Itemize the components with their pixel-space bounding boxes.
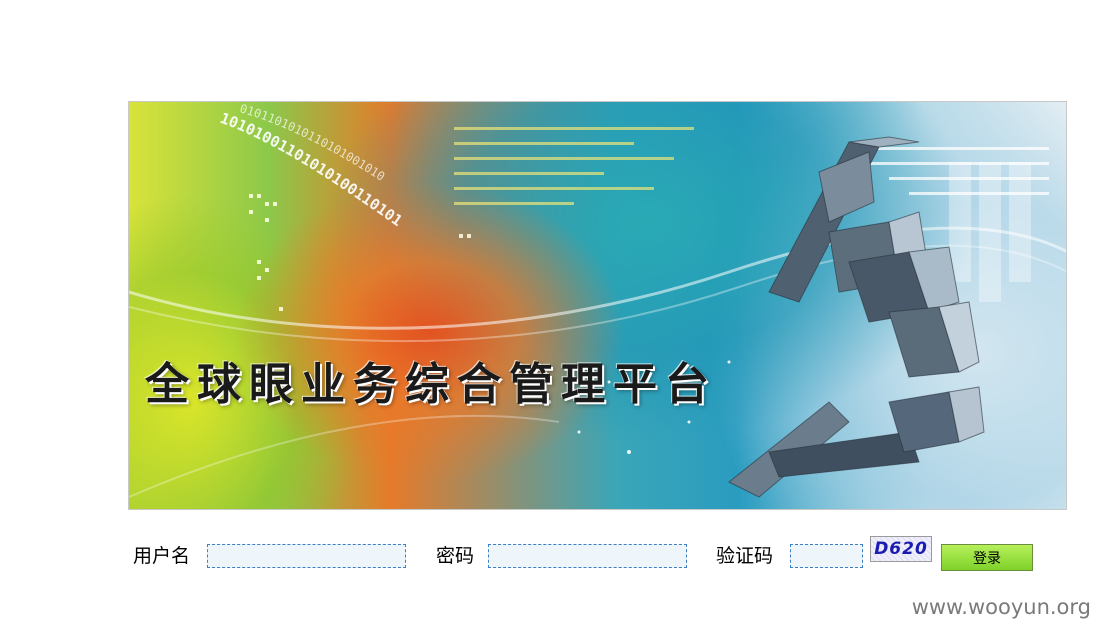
username-label: 用户名 [133,545,191,567]
login-page: 10101001101010100110101 0101101010110101… [0,0,1100,637]
banner-title: 全球眼业务综合管理平台 [145,359,717,410]
captcha-label: 验证码 [716,545,774,567]
banner-image: 10101001101010100110101 0101101010110101… [128,101,1067,510]
username-input[interactable] [207,544,406,568]
password-input[interactable] [488,544,687,568]
login-button[interactable]: 登录 [941,544,1033,571]
watermark-text: www.wooyun.org [911,595,1091,619]
login-form: 用户名 密码 验证码 D620 登录 [0,536,1100,576]
captcha-input[interactable] [790,544,863,568]
banner-decoration: 10101001101010100110101 0101101010110101… [129,102,1066,498]
captcha-image[interactable]: D620 [870,536,932,562]
password-label: 密码 [436,545,475,567]
